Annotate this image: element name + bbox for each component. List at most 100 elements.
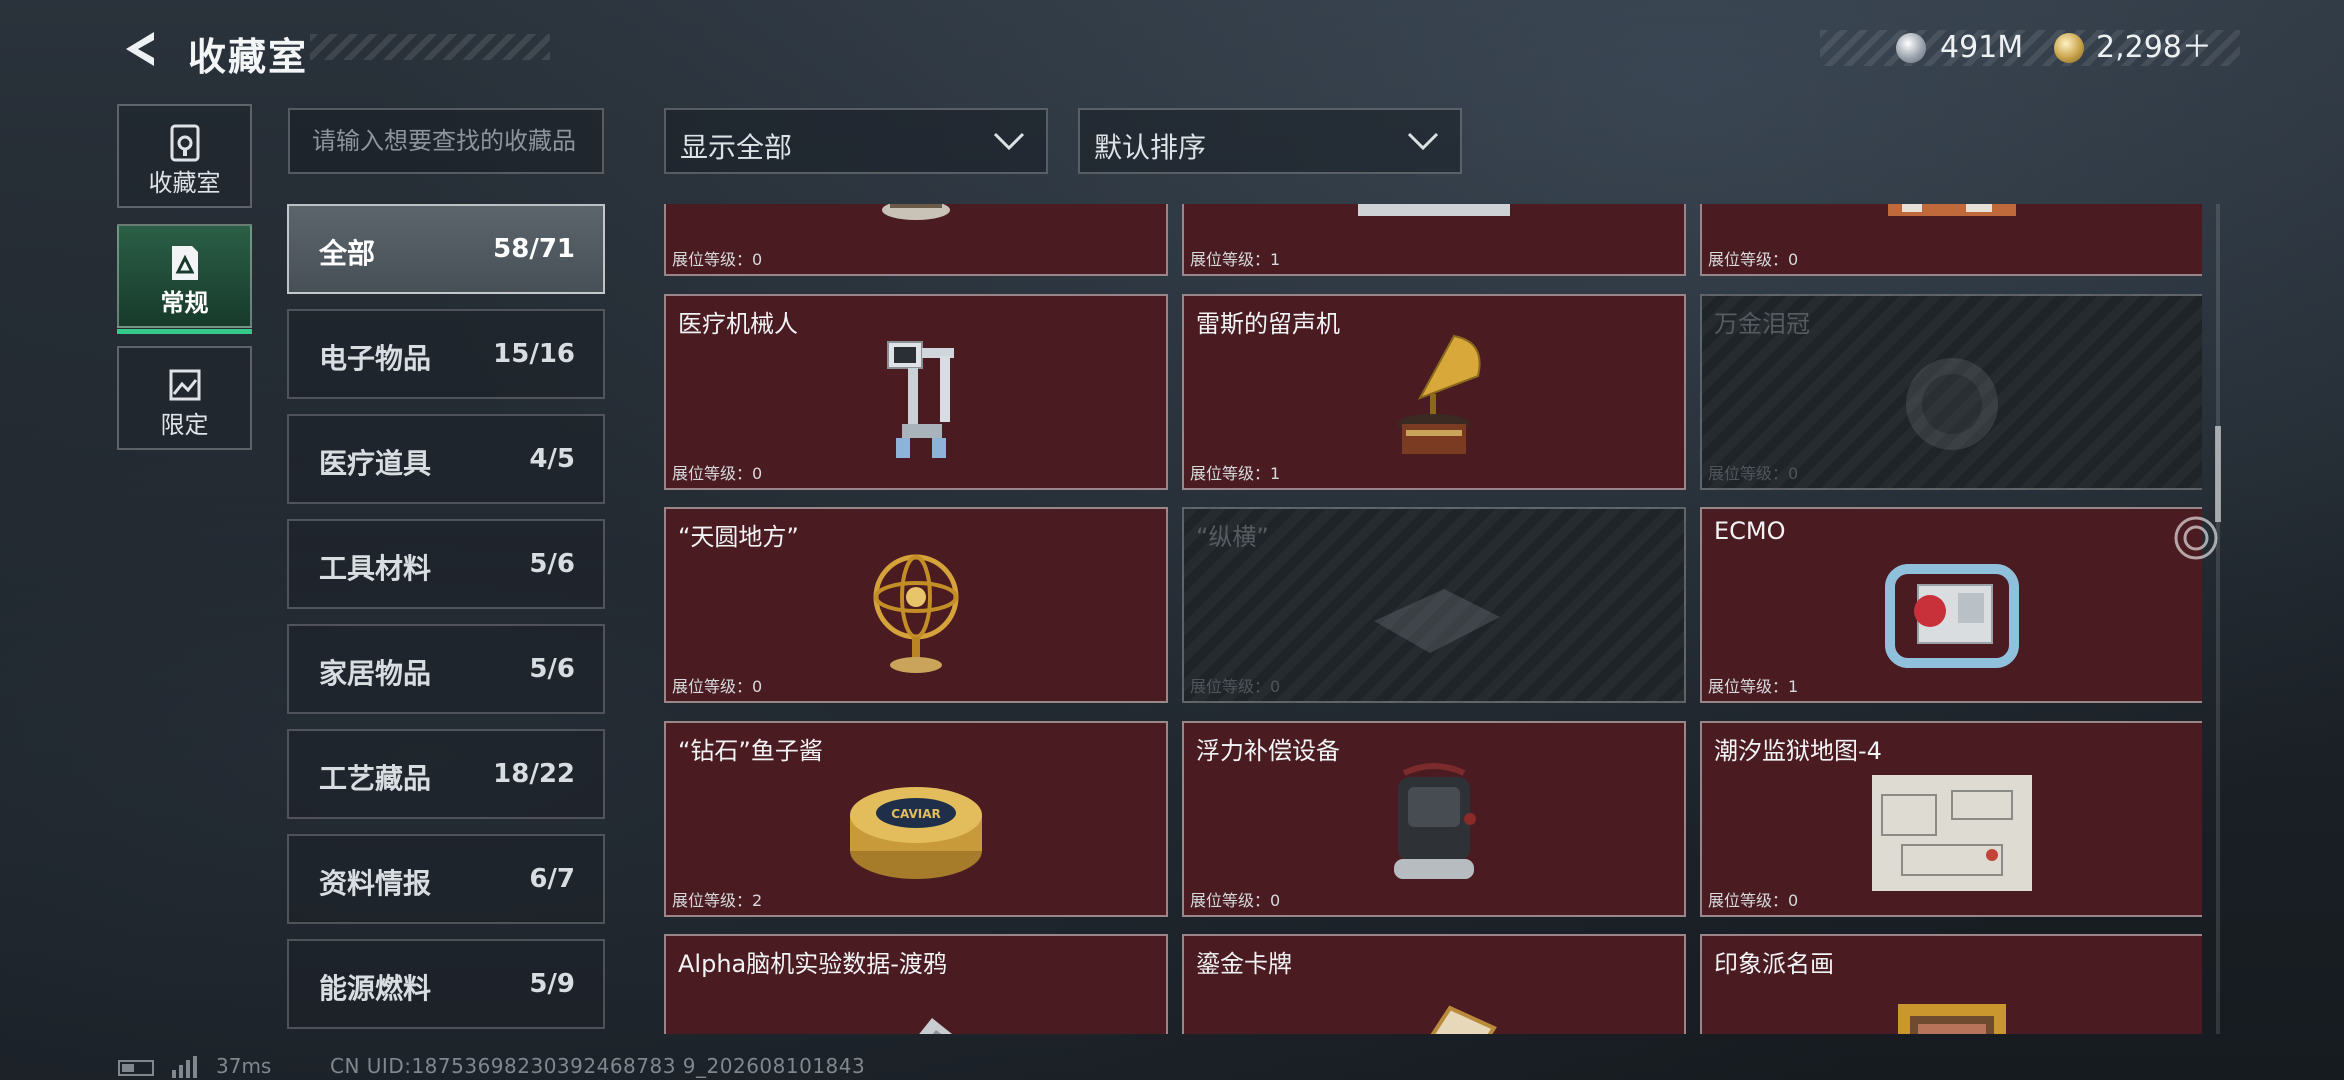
category-tools[interactable]: 工具材料 5/6 [287, 519, 605, 609]
page-title: 收藏室 [188, 35, 309, 79]
category-all[interactable]: 全部 58/71 [287, 204, 605, 294]
side-tab-vault[interactable]: 收藏室 [117, 104, 252, 208]
target-ring-icon[interactable] [2172, 514, 2220, 562]
category-count: 4/5 [529, 444, 575, 474]
title-decoration [310, 34, 550, 60]
category-electronics[interactable]: 电子物品 15/16 [287, 309, 605, 399]
booth-level: 展位等级：1 [1190, 250, 1281, 269]
chevron-down-icon [1407, 132, 1439, 151]
collection-grid[interactable]: 展位等级：0 展位等级：1 展位等级：0 医疗机械人 展位等级：0 雷斯的留声机… [662, 204, 2202, 1034]
booth-level: 展位等级：0 [1708, 891, 1799, 910]
collection-card[interactable]: ECMO 展位等级：1 [1700, 507, 2202, 703]
collection-card[interactable]: “钻石”鱼子酱 CAVIAR 展位等级：2 [664, 721, 1168, 917]
item-name: 印象派名画 [1714, 950, 1834, 978]
picture-icon [169, 369, 200, 401]
category-intel[interactable]: 资料情报 6/7 [287, 834, 605, 924]
medical-robot-art [887, 341, 954, 458]
item-name: 潮汐监狱地图-4 [1714, 737, 1882, 765]
page-title-bar: 收藏室 [180, 26, 550, 79]
item-name: 浮力补偿设备 [1196, 737, 1340, 765]
gilded-card-art [1430, 1005, 1497, 1034]
item-name: “纵横” [1196, 523, 1269, 551]
side-tab-limited[interactable]: 限定 [117, 346, 252, 450]
category-medical[interactable]: 医疗道具 4/5 [287, 414, 605, 504]
data-cylinder-art [919, 1018, 952, 1034]
battery-icon [118, 1060, 154, 1076]
collection-card[interactable]: 雷斯的留声机 展位等级：1 [1182, 294, 1686, 490]
caviar-tin-art: CAVIAR [850, 787, 982, 879]
category-name: 医疗道具 [319, 447, 432, 480]
collection-card[interactable]: 潮汐监狱地图-4 展位等级：0 [1700, 721, 2202, 917]
booth-level: 展位等级：0 [1190, 677, 1281, 696]
chevron-down-icon [993, 132, 1025, 151]
category-count: 5/6 [529, 654, 575, 684]
crown-art [1906, 358, 1998, 450]
item-name: “天圆地方” [678, 523, 799, 551]
collection-card-locked[interactable]: “纵横” 展位等级：0 [1182, 507, 1686, 703]
category-energy[interactable]: 能源燃料 5/9 [287, 939, 605, 1029]
category-household[interactable]: 家居物品 5/6 [287, 624, 605, 714]
booth-level: 展位等级：0 [1708, 250, 1799, 269]
collection-card-locked[interactable]: 万金泪冠 展位等级：0 [1700, 294, 2202, 490]
prison-map-art [1872, 775, 2032, 891]
search-input[interactable] [288, 108, 604, 174]
collection-card[interactable]: Alpha脑机实验数据-渡鸦 [664, 934, 1168, 1034]
currency-bar: 491M 2,298＋ [1820, 30, 2240, 66]
side-tab-label: 收藏室 [148, 169, 221, 197]
category-name: 工艺藏品 [319, 762, 432, 795]
impressionist-painting-art [1898, 1004, 2006, 1034]
chessboard-art [1374, 589, 1500, 653]
uid-text: CN UID:18753698230392468783 9_2026081018… [330, 1054, 866, 1078]
item-name: 医疗机械人 [678, 310, 798, 338]
collection-card[interactable]: 展位等级：1 [1182, 204, 1686, 276]
item-name: 万金泪冠 [1714, 310, 1810, 338]
category-count: 6/7 [529, 864, 575, 894]
booth-level: 展位等级：2 [672, 891, 763, 910]
collection-card[interactable]: 展位等级：0 [664, 204, 1168, 276]
side-tab-label: 限定 [160, 411, 209, 439]
vault-icon [170, 124, 199, 162]
armillary-sphere-art [873, 554, 959, 673]
buoyancy-device-art [1394, 763, 1476, 879]
booth-level: 展位等级：0 [1708, 464, 1799, 483]
collection-card[interactable]: 印象派名画 [1700, 934, 2202, 1034]
booth-level: 展位等级：0 [672, 250, 763, 269]
side-tab-regular[interactable]: 常规 [117, 224, 252, 334]
booth-level: 展位等级：0 [672, 677, 763, 696]
side-tab-label: 常规 [160, 289, 209, 317]
collection-card[interactable]: “天圆地方” 展位等级：0 [664, 507, 1168, 703]
item-name: ECMO [1714, 517, 1786, 545]
category-name: 能源燃料 [319, 972, 432, 1005]
category-count: 5/9 [529, 969, 575, 999]
booth-level: 展位等级：0 [672, 464, 763, 483]
back-arrow-icon[interactable] [118, 28, 160, 70]
category-count: 15/16 [493, 339, 575, 369]
display-filter-dropdown[interactable]: 显示全部 [664, 108, 1048, 174]
grid-scrollbar[interactable] [2215, 204, 2221, 1034]
booth-level: 展位等级：1 [1708, 677, 1799, 696]
collection-card[interactable]: 医疗机械人 展位等级：0 [664, 294, 1168, 490]
device-art [1358, 204, 1510, 216]
category-count: 5/6 [529, 549, 575, 579]
category-name: 工具材料 [319, 552, 432, 585]
display-filter-label: 显示全部 [680, 131, 793, 164]
category-crafts[interactable]: 工艺藏品 18/22 [287, 729, 605, 819]
signal-icon [172, 1056, 197, 1078]
sort-dropdown[interactable]: 默认排序 [1078, 108, 1462, 174]
booth-level: 展位等级：0 [1190, 891, 1281, 910]
caviar-label: CAVIAR [891, 807, 941, 821]
gold-amount[interactable]: 2,298＋ [2096, 30, 2212, 66]
silver-amount: 491M [1940, 30, 2024, 65]
category-name: 全部 [319, 237, 376, 270]
category-name: 家居物品 [319, 657, 432, 690]
collection-card[interactable]: 浮力补偿设备 展位等级：0 [1182, 721, 1686, 917]
category-name: 资料情报 [319, 867, 432, 900]
gold-coin-icon [2054, 33, 2084, 63]
collection-card[interactable]: 鎏金卡牌 [1182, 934, 1686, 1034]
ping-text: 37ms [216, 1054, 272, 1078]
ecmo-machine-art [1885, 564, 2019, 668]
item-name: “钻石”鱼子酱 [678, 737, 823, 765]
item-name: 鎏金卡牌 [1196, 950, 1292, 978]
scrollbar-thumb[interactable] [2215, 426, 2221, 522]
collection-card[interactable]: 展位等级：0 [1700, 204, 2202, 276]
